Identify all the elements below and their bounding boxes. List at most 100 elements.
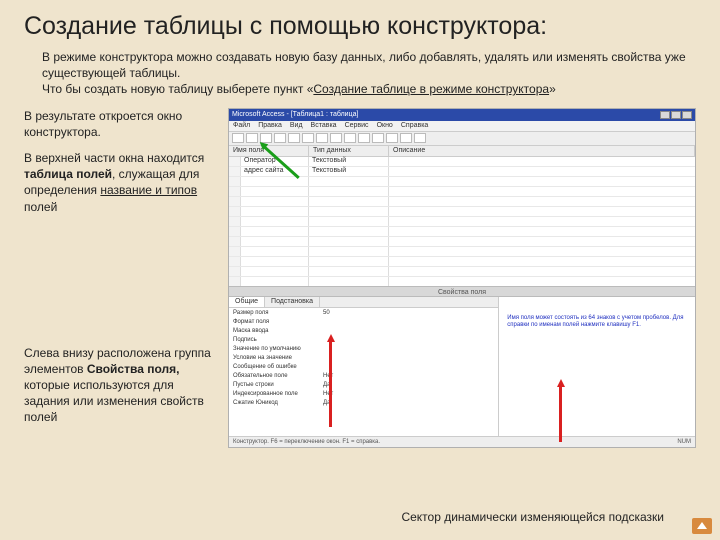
props-divider: Свойства поля: [229, 286, 695, 297]
field-row[interactable]: адрес сайтаТекстовый: [229, 167, 695, 177]
prop-row[interactable]: Размер поля50: [233, 310, 494, 319]
toolbar-button[interactable]: [344, 133, 356, 143]
prop-value[interactable]: [323, 355, 494, 364]
prop-value[interactable]: [323, 364, 494, 373]
footer-caption: Сектор динамически изменяющейся подсказк…: [401, 510, 664, 524]
window-title: Microsoft Access - [Таблица1 : таблица]: [232, 111, 358, 118]
prop-name: Маска ввода: [233, 328, 323, 337]
t: В верхней части окна находится: [24, 151, 204, 165]
menu-item[interactable]: Вид: [290, 122, 303, 129]
toolbar-button[interactable]: [260, 133, 272, 143]
prop-row[interactable]: Сообщение об ошибке: [233, 364, 494, 373]
toolbar-button[interactable]: [232, 133, 244, 143]
field-row[interactable]: ОператорТекстовый: [229, 157, 695, 167]
intro-p2-post: »: [549, 82, 556, 96]
menu-item[interactable]: Справка: [401, 122, 428, 129]
prop-row[interactable]: Условие на значение: [233, 355, 494, 364]
prop-name: Значение по умолчанию: [233, 346, 323, 355]
slide-title: Создание таблицы с помощью конструктора:: [24, 12, 696, 41]
field-row[interactable]: [229, 247, 695, 257]
status-text: Конструктор. F6 = переключение окон. F1 …: [233, 439, 380, 445]
toolbar-button[interactable]: [414, 133, 426, 143]
field-row[interactable]: [229, 227, 695, 237]
max-button[interactable]: [671, 111, 681, 119]
prop-row[interactable]: Маска ввода: [233, 328, 494, 337]
field-row[interactable]: [229, 237, 695, 247]
menu-item[interactable]: Окно: [377, 122, 393, 129]
prop-name: Формат поля: [233, 319, 323, 328]
intro-link: Создание таблице в режиме конструктора: [313, 82, 549, 96]
cell[interactable]: адрес сайта: [241, 167, 309, 176]
prop-name: Сообщение об ошибке: [233, 364, 323, 373]
left-p2: В верхней части окна находится таблица п…: [24, 150, 214, 215]
left-p3: Слева внизу расположена группа элементов…: [24, 345, 214, 426]
status-bar: Конструктор. F6 = переключение окон. F1 …: [229, 436, 695, 447]
field-row[interactable]: [229, 177, 695, 187]
t: которые используются для задания или изм…: [24, 378, 204, 424]
prop-row[interactable]: Индексированное полеНет: [233, 391, 494, 400]
prop-value[interactable]: [323, 346, 494, 355]
toolbar-button[interactable]: [302, 133, 314, 143]
t: полей: [24, 200, 57, 214]
menu-item[interactable]: Правка: [258, 122, 282, 129]
prop-value[interactable]: Да: [323, 382, 494, 391]
cell[interactable]: Оператор: [241, 157, 309, 166]
status-num: NUM: [677, 439, 691, 445]
field-row[interactable]: [229, 207, 695, 217]
prop-value[interactable]: Нет: [323, 391, 494, 400]
prop-row[interactable]: Формат поля: [233, 319, 494, 328]
prop-value[interactable]: [323, 328, 494, 337]
close-button[interactable]: [682, 111, 692, 119]
titlebar: Microsoft Access - [Таблица1 : таблица]: [229, 109, 695, 121]
field-row[interactable]: [229, 187, 695, 197]
prop-name: Индексированное поле: [233, 391, 323, 400]
tab-general[interactable]: Общие: [229, 297, 265, 307]
field-row[interactable]: [229, 267, 695, 277]
prop-name: Подпись: [233, 337, 323, 346]
toolbar-button[interactable]: [400, 133, 412, 143]
cell[interactable]: Текстовый: [309, 167, 389, 176]
menu-item[interactable]: Файл: [233, 122, 250, 129]
prop-value[interactable]: [323, 319, 494, 328]
prop-row[interactable]: Подпись: [233, 337, 494, 346]
field-row[interactable]: [229, 257, 695, 267]
toolbar-button[interactable]: [386, 133, 398, 143]
prop-row[interactable]: Значение по умолчанию: [233, 346, 494, 355]
props-tabs: Общие Подстановка: [229, 297, 498, 308]
toolbar-button[interactable]: [330, 133, 342, 143]
prop-name: Размер поля: [233, 310, 323, 319]
field-row[interactable]: [229, 197, 695, 207]
field-row[interactable]: [229, 217, 695, 227]
toolbar-button[interactable]: [288, 133, 300, 143]
intro-block: В режиме конструктора можно создавать но…: [24, 49, 696, 98]
prop-value[interactable]: Нет: [323, 373, 494, 382]
toolbar-button[interactable]: [316, 133, 328, 143]
menu-item[interactable]: Вставка: [311, 122, 337, 129]
prop-name: Обязательное поле: [233, 373, 323, 382]
t: название и типов: [100, 183, 197, 197]
toolbar-button[interactable]: [274, 133, 286, 143]
toolbar-button[interactable]: [372, 133, 384, 143]
min-button[interactable]: [660, 111, 670, 119]
window-buttons: [660, 111, 692, 119]
access-window: Microsoft Access - [Таблица1 : таблица] …: [228, 108, 696, 448]
prop-row[interactable]: Сжатие ЮникодДа: [233, 400, 494, 409]
cell[interactable]: Текстовый: [309, 157, 389, 166]
field-row[interactable]: [229, 277, 695, 286]
prop-row[interactable]: Пустые строкиДа: [233, 382, 494, 391]
menu-bar: Файл Правка Вид Вставка Сервис Окно Спра…: [229, 121, 695, 132]
field-grid[interactable]: Имя поля Тип данных Описание ОператорТек…: [229, 146, 695, 286]
menu-item[interactable]: Сервис: [345, 122, 369, 129]
toolbar-button[interactable]: [358, 133, 370, 143]
prop-row[interactable]: Обязательное полеНет: [233, 373, 494, 382]
intro-p2: Что бы создать новую таблицу выберете пу…: [42, 81, 696, 97]
tab-lookup[interactable]: Подстановка: [265, 297, 320, 307]
prop-value[interactable]: [323, 337, 494, 346]
home-icon[interactable]: [692, 518, 712, 534]
prop-value[interactable]: Да: [323, 400, 494, 409]
toolbar-button[interactable]: [246, 133, 258, 143]
prop-name: Сжатие Юникод: [233, 400, 323, 409]
intro-p1: В режиме конструктора можно создавать но…: [42, 49, 696, 81]
prop-value[interactable]: 50: [323, 310, 494, 319]
col-name: Имя поля: [229, 146, 309, 156]
